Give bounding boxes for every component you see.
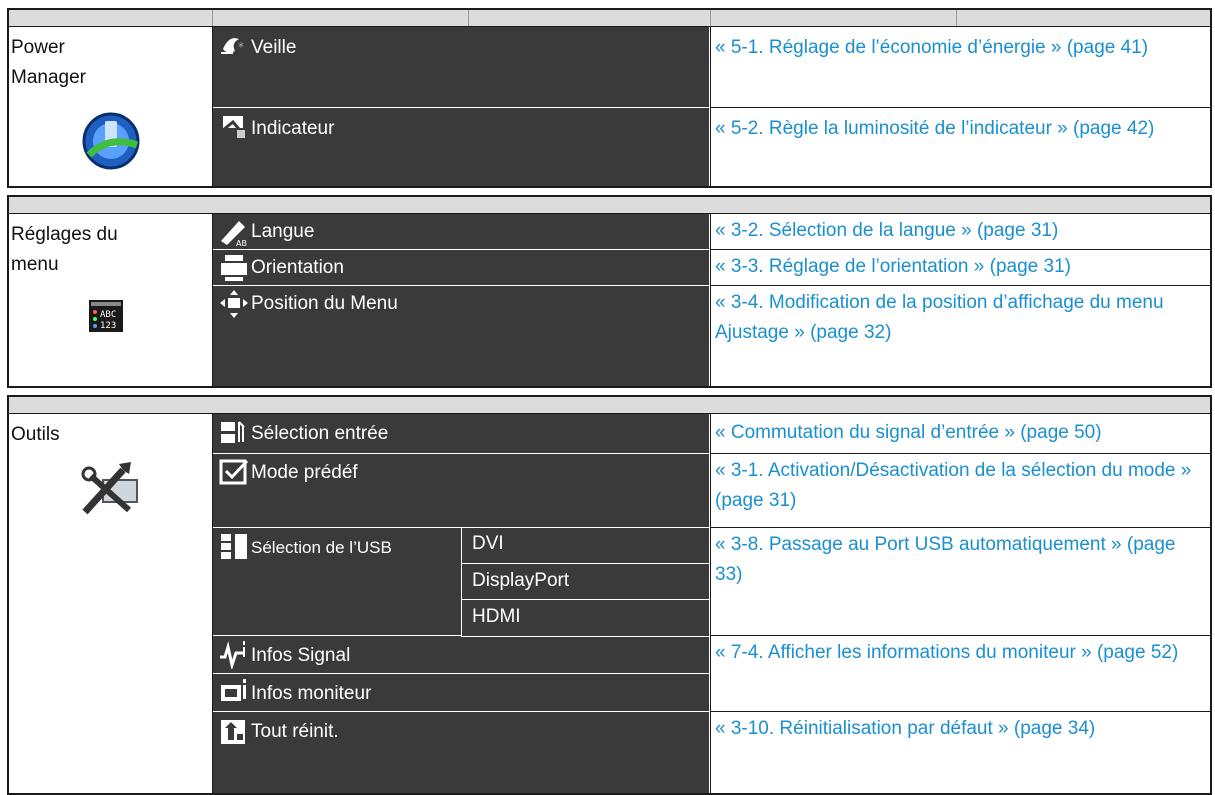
menu-item-indicateur[interactable]: Indicateur: [213, 108, 709, 188]
menu-item-label: Tout réinit.: [251, 721, 339, 742]
section-header: [9, 397, 1210, 414]
menu-item-tout-reinit[interactable]: Tout réinit.: [213, 712, 709, 752]
tools-icon: [81, 456, 143, 518]
category-label: Outils: [11, 424, 60, 445]
reference-text[interactable]: « Commutation du signal d’entrée » (page…: [715, 418, 1206, 448]
reference-column: « 3-2. Sélection de la langue » (page 31…: [710, 214, 1210, 386]
section-outils: Outils Sélection entrée Mode prédéf Séle…: [7, 395, 1212, 795]
menu-settings-icon: ABC 123: [89, 300, 123, 332]
reference-text[interactable]: « 3-10. Réinitialisation par défaut » (p…: [715, 714, 1206, 744]
menu-column: AB Langue Orientation Position du Menu: [213, 214, 709, 386]
indicator-icon: [219, 112, 249, 142]
reference-text[interactable]: « 3-3. Réglage de l’orientation » (page …: [715, 252, 1206, 282]
svg-text:123: 123: [100, 321, 116, 331]
usb-option-dvi[interactable]: DVI: [461, 528, 709, 564]
signal-info-icon: [219, 639, 249, 671]
menu-item-label: Sélection entrée: [251, 423, 389, 444]
menu-item-veille[interactable]: * Veille: [213, 27, 709, 108]
menu-item-label: Infos Signal: [251, 645, 351, 666]
category-label: Réglages du menu: [11, 224, 118, 275]
section-power-manager: Power Manager * Veille Indicateur « 5-1.…: [7, 8, 1212, 188]
reference-link[interactable]: « 5-1. Réglage de l’économie d’énergie »…: [711, 27, 1210, 108]
svg-text:AB: AB: [236, 239, 247, 247]
menu-item-infos-signal[interactable]: Infos Signal: [213, 636, 709, 674]
reference-text[interactable]: « 5-1. Réglage de l’économie d’énergie »…: [715, 33, 1206, 63]
menu-item-label: Orientation: [251, 257, 344, 278]
language-icon: AB: [219, 217, 249, 248]
reference-link[interactable]: « 3-10. Réinitialisation par défaut » (p…: [711, 712, 1210, 752]
usb-selection-icon: [219, 531, 249, 561]
reference-column: « 5-1. Réglage de l’économie d’énergie »…: [710, 27, 1210, 186]
category-cell: Power Manager: [9, 27, 213, 186]
reference-text[interactable]: « 3-4. Modification de la position d’aff…: [715, 288, 1206, 348]
menu-item-label: Sélection de l’USB: [251, 538, 392, 557]
svg-text:*: *: [238, 40, 244, 54]
reference-text[interactable]: « 7-4. Afficher les informations du moni…: [715, 638, 1206, 668]
menu-column: * Veille Indicateur: [213, 27, 709, 186]
usb-option-label: DVI: [472, 533, 504, 554]
section-header: [9, 10, 1210, 27]
reset-icon: [219, 716, 249, 746]
reference-text[interactable]: « 3-8. Passage au Port USB automatiqueme…: [715, 530, 1206, 590]
usb-option-displayport[interactable]: DisplayPort: [461, 564, 709, 600]
reference-link[interactable]: « 3-3. Réglage de l’orientation » (page …: [711, 250, 1210, 286]
menu-position-icon: [219, 289, 249, 319]
reference-column: « Commutation du signal d’entrée » (page…: [710, 414, 1210, 793]
reference-text[interactable]: « 3-2. Sélection de la langue » (page 31…: [715, 216, 1206, 246]
menu-item-label: Indicateur: [251, 118, 335, 139]
menu-item-selection-entree[interactable]: Sélection entrée: [213, 414, 709, 454]
usb-option-label: DisplayPort: [472, 570, 570, 591]
menu-item-orientation[interactable]: Orientation: [213, 250, 709, 286]
svg-text:ABC: ABC: [100, 310, 116, 320]
reference-text[interactable]: « 3-1. Activation/Désactivation de la sé…: [715, 456, 1206, 516]
reference-link[interactable]: « 3-1. Activation/Désactivation de la sé…: [711, 454, 1210, 528]
input-selection-icon: [219, 418, 249, 448]
reference-link[interactable]: « 3-8. Passage au Port USB automatiqueme…: [711, 528, 1210, 636]
reference-link[interactable]: « Commutation du signal d’entrée » (page…: [711, 414, 1210, 454]
reference-link[interactable]: « 5-2. Règle la luminosité de l’indicate…: [711, 108, 1210, 188]
reference-link[interactable]: « 7-4. Afficher les informations du moni…: [711, 636, 1210, 712]
orientation-icon: [219, 253, 249, 283]
menu-item-label: Position du Menu: [251, 293, 398, 314]
menu-item-label: Mode prédéf: [251, 462, 358, 483]
menu-item-infos-moniteur[interactable]: Infos moniteur: [213, 674, 709, 712]
category-cell: Outils: [9, 414, 213, 793]
reference-link[interactable]: « 3-4. Modification de la position d’aff…: [711, 286, 1210, 388]
monitor-info-icon: [219, 677, 249, 707]
category-label: Power Manager: [11, 37, 86, 88]
menu-item-position-du-menu[interactable]: Position du Menu: [213, 286, 709, 388]
reference-text[interactable]: « 5-2. Règle la luminosité de l’indicate…: [715, 114, 1206, 144]
power-manager-icon: [79, 109, 143, 173]
section-menu-settings: Réglages du menu ABC 123 AB Langue Orien…: [7, 195, 1212, 388]
reference-link[interactable]: « 3-2. Sélection de la langue » (page 31…: [711, 214, 1210, 250]
usb-option-hdmi[interactable]: HDMI: [461, 600, 709, 637]
preset-mode-icon: [219, 457, 249, 487]
menu-item-label: Veille: [251, 37, 297, 58]
menu-item-label: Infos moniteur: [251, 683, 372, 704]
menu-item-label: Langue: [251, 221, 315, 242]
sleep-icon: *: [219, 31, 249, 61]
section-header: [9, 197, 1210, 214]
menu-item-langue[interactable]: AB Langue: [213, 214, 709, 250]
menu-item-mode-predef[interactable]: Mode prédéf: [213, 454, 709, 528]
category-cell: Réglages du menu ABC 123: [9, 214, 213, 386]
usb-option-label: HDMI: [472, 606, 521, 627]
